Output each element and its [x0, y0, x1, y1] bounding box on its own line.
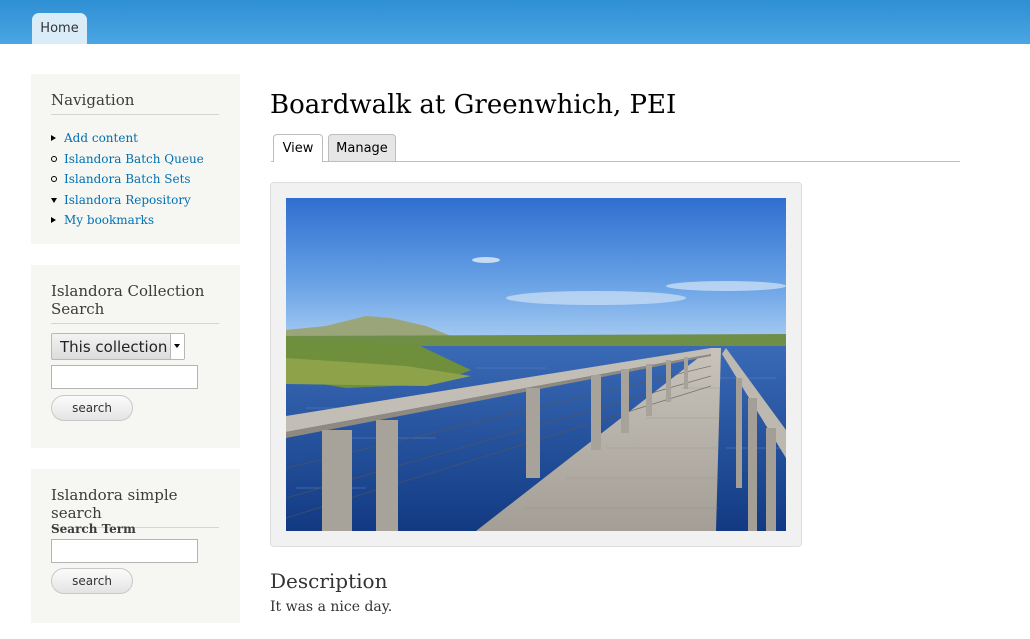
description-heading: Description: [270, 569, 388, 593]
nav-item-repository: Islandora Repository: [51, 190, 204, 211]
leaf-bullet-icon: [51, 155, 57, 162]
nav-item-add-content: Add content: [51, 128, 204, 149]
expanded-arrow-icon: [51, 197, 57, 203]
image-viewer: [270, 182, 802, 547]
home-tab[interactable]: Home: [32, 13, 87, 44]
bookmarks-link[interactable]: My bookmarks: [64, 213, 154, 227]
add-content-link[interactable]: Add content: [64, 131, 138, 145]
simple-search-block: Islandora simple search Search Term sear…: [31, 469, 240, 623]
search-term-input[interactable]: [51, 539, 198, 563]
site-header: Home: [0, 0, 1030, 44]
collection-scope-value: This collection: [60, 338, 168, 356]
description-text: It was a nice day.: [270, 599, 393, 615]
nav-item-bookmarks: My bookmarks: [51, 210, 204, 231]
navigation-title: Navigation: [51, 91, 219, 115]
nav-item-batch-sets: Islandora Batch Sets: [51, 169, 204, 190]
collection-scope-select[interactable]: This collection: [51, 333, 185, 360]
navigation-menu: Add content Islandora Batch Queue Island…: [51, 128, 204, 231]
collection-search-input[interactable]: [51, 365, 198, 389]
repository-link[interactable]: Islandora Repository: [64, 193, 191, 207]
boardwalk-photo: [286, 198, 786, 531]
collection-search-button[interactable]: search: [51, 395, 133, 421]
leaf-bullet-icon: [51, 176, 57, 182]
page-title: Boardwalk at Greenwhich, PEI: [270, 90, 677, 120]
dropdown-arrow-icon[interactable]: [170, 334, 184, 359]
tab-manage[interactable]: Manage: [328, 134, 396, 161]
collection-search-block: Islandora Collection Search This collect…: [31, 265, 240, 448]
batch-queue-link[interactable]: Islandora Batch Queue: [64, 152, 204, 166]
collapsed-arrow-icon: [51, 135, 56, 141]
navigation-block: Navigation Add content Islandora Batch Q…: [31, 74, 240, 244]
batch-sets-link[interactable]: Islandora Batch Sets: [64, 172, 191, 186]
collapsed-arrow-icon: [51, 217, 56, 223]
search-term-label: Search Term: [51, 522, 136, 536]
tab-view[interactable]: View: [273, 134, 323, 162]
simple-search-button[interactable]: search: [51, 568, 133, 594]
nav-item-batch-queue: Islandora Batch Queue: [51, 149, 204, 170]
collection-search-title: Islandora Collection Search: [51, 282, 219, 324]
